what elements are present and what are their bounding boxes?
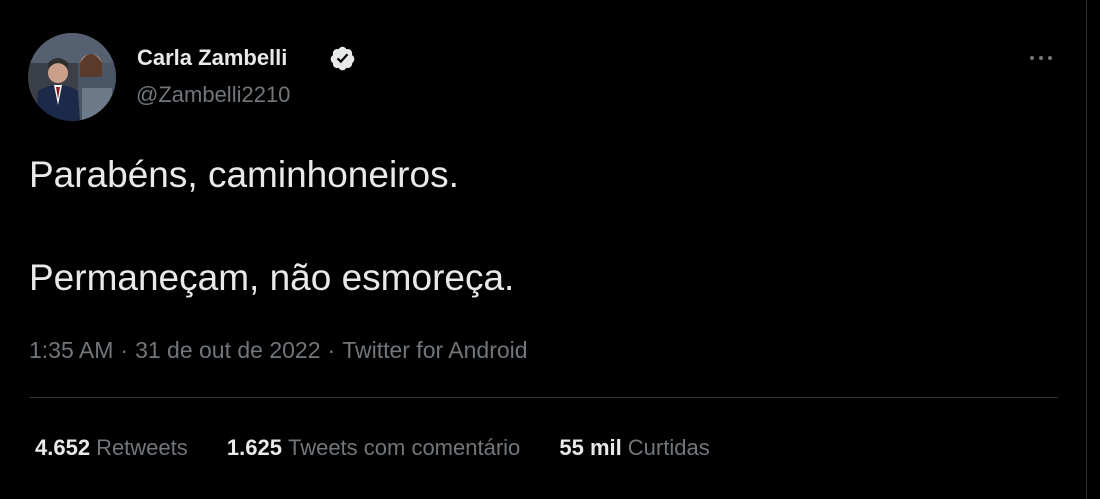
tweet-text-line: Parabéns, caminhoneiros.	[29, 154, 459, 195]
retweets-label: Retweets	[96, 435, 188, 460]
stats-divider	[29, 397, 1058, 398]
quote-tweets-count: 1.625	[226, 435, 282, 460]
retweets-count: 4.652	[35, 435, 91, 460]
likes-label: Curtidas	[627, 435, 710, 460]
tweet-card: Carla Zambelli @Zambelli2210 Parabéns, c…	[0, 0, 1086, 499]
meta-separator: ·	[120, 337, 129, 363]
column-border	[1086, 0, 1087, 499]
author-handle[interactable]: @Zambelli2210	[136, 82, 290, 108]
tweet-time[interactable]: 1:35 AM	[29, 337, 113, 363]
tweet-source[interactable]: Twitter for Android	[342, 337, 527, 363]
avatar-photo	[28, 33, 116, 121]
likes-count: 55 mil	[559, 435, 622, 460]
meta-separator: ·	[327, 337, 336, 363]
author-avatar[interactable]	[28, 33, 116, 121]
verified-badge-icon	[330, 46, 355, 71]
more-options-icon[interactable]	[1024, 46, 1058, 70]
author-display-name[interactable]: Carla Zambelli	[137, 45, 287, 71]
likes-stat[interactable]: 55 mil Curtidas	[559, 434, 709, 462]
tweet-date[interactable]: 31 de out de 2022	[135, 337, 320, 363]
tweet-text-line: Permaneçam, não esmoreça.	[29, 257, 515, 298]
quote-tweets-label: Tweets com comentário	[287, 435, 521, 460]
engagement-stats: 4.652 Retweets 1.625 Tweets com comentário…	[35, 434, 710, 462]
tweet-metadata: 1:35 AM · 31 de out de 2022 · Twitter for An…	[29, 336, 528, 364]
quote-tweets-stat[interactable]: 1.625 Tweets com comentário	[227, 434, 520, 462]
retweets-stat[interactable]: 4.652 Retweets	[35, 434, 188, 462]
